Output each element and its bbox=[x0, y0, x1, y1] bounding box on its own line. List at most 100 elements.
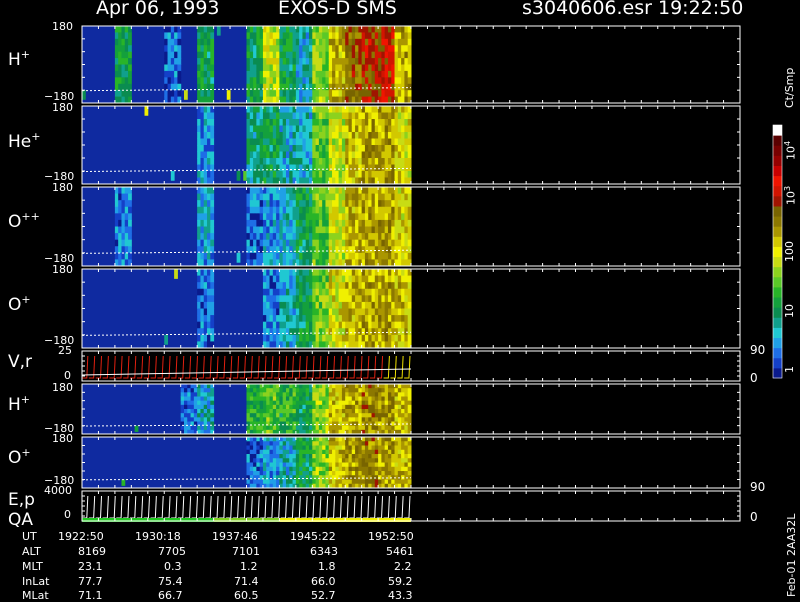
spectrogram-cell bbox=[286, 341, 290, 348]
spectrogram-cell bbox=[368, 289, 372, 296]
spectrogram-cell bbox=[266, 401, 270, 406]
spectrogram-cell bbox=[197, 207, 201, 214]
spectrogram-cell bbox=[210, 409, 214, 414]
spectrogram-cell bbox=[381, 71, 385, 78]
spectrogram-cell bbox=[279, 295, 283, 302]
spectrogram-cell bbox=[283, 207, 287, 214]
spectrogram-cell bbox=[200, 126, 204, 133]
spectrogram-cell bbox=[171, 71, 175, 78]
spectrogram-cell bbox=[322, 426, 326, 431]
spectrogram-cell bbox=[355, 341, 359, 348]
spectrogram-cell bbox=[355, 409, 359, 414]
spectrogram-cell bbox=[362, 463, 366, 468]
spectrogram-cell bbox=[276, 194, 280, 201]
spectrogram-cell bbox=[177, 39, 181, 46]
spectrogram-cell bbox=[276, 145, 280, 152]
spectrogram-cell bbox=[381, 165, 385, 172]
spectrogram-cell bbox=[332, 392, 336, 397]
colorbar-swatch bbox=[773, 257, 782, 268]
spectrogram-cell bbox=[401, 384, 405, 389]
spectrogram-cell bbox=[355, 65, 359, 72]
sawtooth-trace bbox=[342, 496, 348, 518]
spectrogram-cell bbox=[395, 145, 399, 152]
spectrogram-cell bbox=[401, 282, 405, 289]
spectrogram-cell bbox=[263, 58, 267, 65]
spectrogram-cell bbox=[184, 90, 188, 100]
spectrogram-cell bbox=[322, 139, 326, 146]
spectrogram-cell bbox=[283, 32, 287, 39]
spectrogram-cell bbox=[332, 422, 336, 427]
spectrogram-cell bbox=[283, 90, 287, 97]
spectrogram-cell bbox=[276, 119, 280, 126]
spectrogram-cell bbox=[270, 397, 274, 402]
spectrogram-cell bbox=[253, 97, 257, 104]
spectrogram-cell bbox=[385, 32, 389, 39]
spectrogram-cell bbox=[296, 417, 300, 422]
spectrogram-cell bbox=[260, 113, 264, 120]
spectrogram-cell bbox=[118, 77, 122, 84]
spectrogram-cell bbox=[283, 335, 287, 342]
spectrogram-cell bbox=[115, 65, 119, 72]
spectrogram-cell bbox=[348, 200, 352, 207]
spectrogram-cell bbox=[408, 458, 412, 463]
spectrogram-cell bbox=[391, 315, 395, 322]
spectrogram-cell bbox=[296, 259, 300, 266]
spectrogram-cell bbox=[302, 426, 306, 431]
spectrogram-cell bbox=[273, 405, 277, 410]
spectrogram-cell bbox=[296, 77, 300, 84]
spectrogram-cell bbox=[372, 39, 376, 46]
spectrogram-cell bbox=[115, 71, 119, 78]
spectrogram-cell bbox=[263, 463, 267, 468]
spectrogram-cell bbox=[372, 178, 376, 185]
spectrogram-cell bbox=[204, 187, 208, 194]
spectrogram-cell bbox=[339, 302, 343, 309]
spectrogram-cell bbox=[345, 145, 349, 152]
spectrogram-cell bbox=[378, 139, 382, 146]
spectrogram-cell bbox=[260, 84, 264, 91]
sawtooth-trace bbox=[274, 356, 280, 378]
spectrogram-cell bbox=[197, 413, 201, 418]
spectrogram-cell bbox=[207, 106, 211, 113]
spectrogram-cell bbox=[401, 322, 405, 329]
spectrogram-cell bbox=[358, 233, 362, 240]
spectrogram-cell bbox=[204, 401, 208, 406]
spectrogram-cell bbox=[276, 471, 280, 476]
spectrogram-cell bbox=[395, 437, 399, 442]
spectrogram-cell bbox=[329, 463, 333, 468]
spectrogram-cell bbox=[322, 84, 326, 91]
spectrogram-cell bbox=[118, 194, 122, 201]
spectrogram-cell bbox=[270, 458, 274, 463]
spectrogram-cell bbox=[365, 71, 369, 78]
spectrogram-cell bbox=[266, 84, 270, 91]
spectrogram-cell bbox=[247, 220, 251, 227]
spectrogram-cell bbox=[247, 58, 251, 65]
spectrogram-cell bbox=[325, 480, 329, 485]
spectrogram-cell bbox=[322, 39, 326, 46]
spectrogram-cell bbox=[381, 45, 385, 52]
spectrogram-cell bbox=[316, 475, 320, 480]
spectrogram-cell bbox=[279, 437, 283, 442]
spectrogram-cell bbox=[187, 388, 191, 393]
spectrogram-cell bbox=[398, 397, 402, 402]
spectrogram-cell bbox=[247, 409, 251, 414]
spectrogram-cell bbox=[391, 335, 395, 342]
spectrogram-cell bbox=[279, 90, 283, 97]
spectrogram-cell bbox=[335, 171, 339, 178]
spectrogram-cell bbox=[375, 39, 379, 46]
spectrogram-cell bbox=[362, 335, 366, 342]
colorbar-swatch bbox=[773, 307, 782, 318]
spectrogram-cell bbox=[293, 276, 297, 283]
spectrogram-cell bbox=[302, 213, 306, 220]
colorbar-swatch bbox=[773, 327, 782, 338]
spectrogram-cell bbox=[372, 113, 376, 120]
spectrogram-cell bbox=[293, 282, 297, 289]
spectrogram-cell bbox=[299, 397, 303, 402]
spectrogram-cell bbox=[381, 207, 385, 214]
spectrogram-cell bbox=[207, 392, 211, 397]
spectrogram-cell bbox=[348, 480, 352, 485]
spectrogram-cell bbox=[279, 475, 283, 480]
spectrogram-cell bbox=[266, 90, 270, 97]
spectrogram-cell bbox=[289, 458, 293, 463]
spectrogram-cell bbox=[289, 441, 293, 446]
spectrogram-cell bbox=[306, 45, 310, 52]
